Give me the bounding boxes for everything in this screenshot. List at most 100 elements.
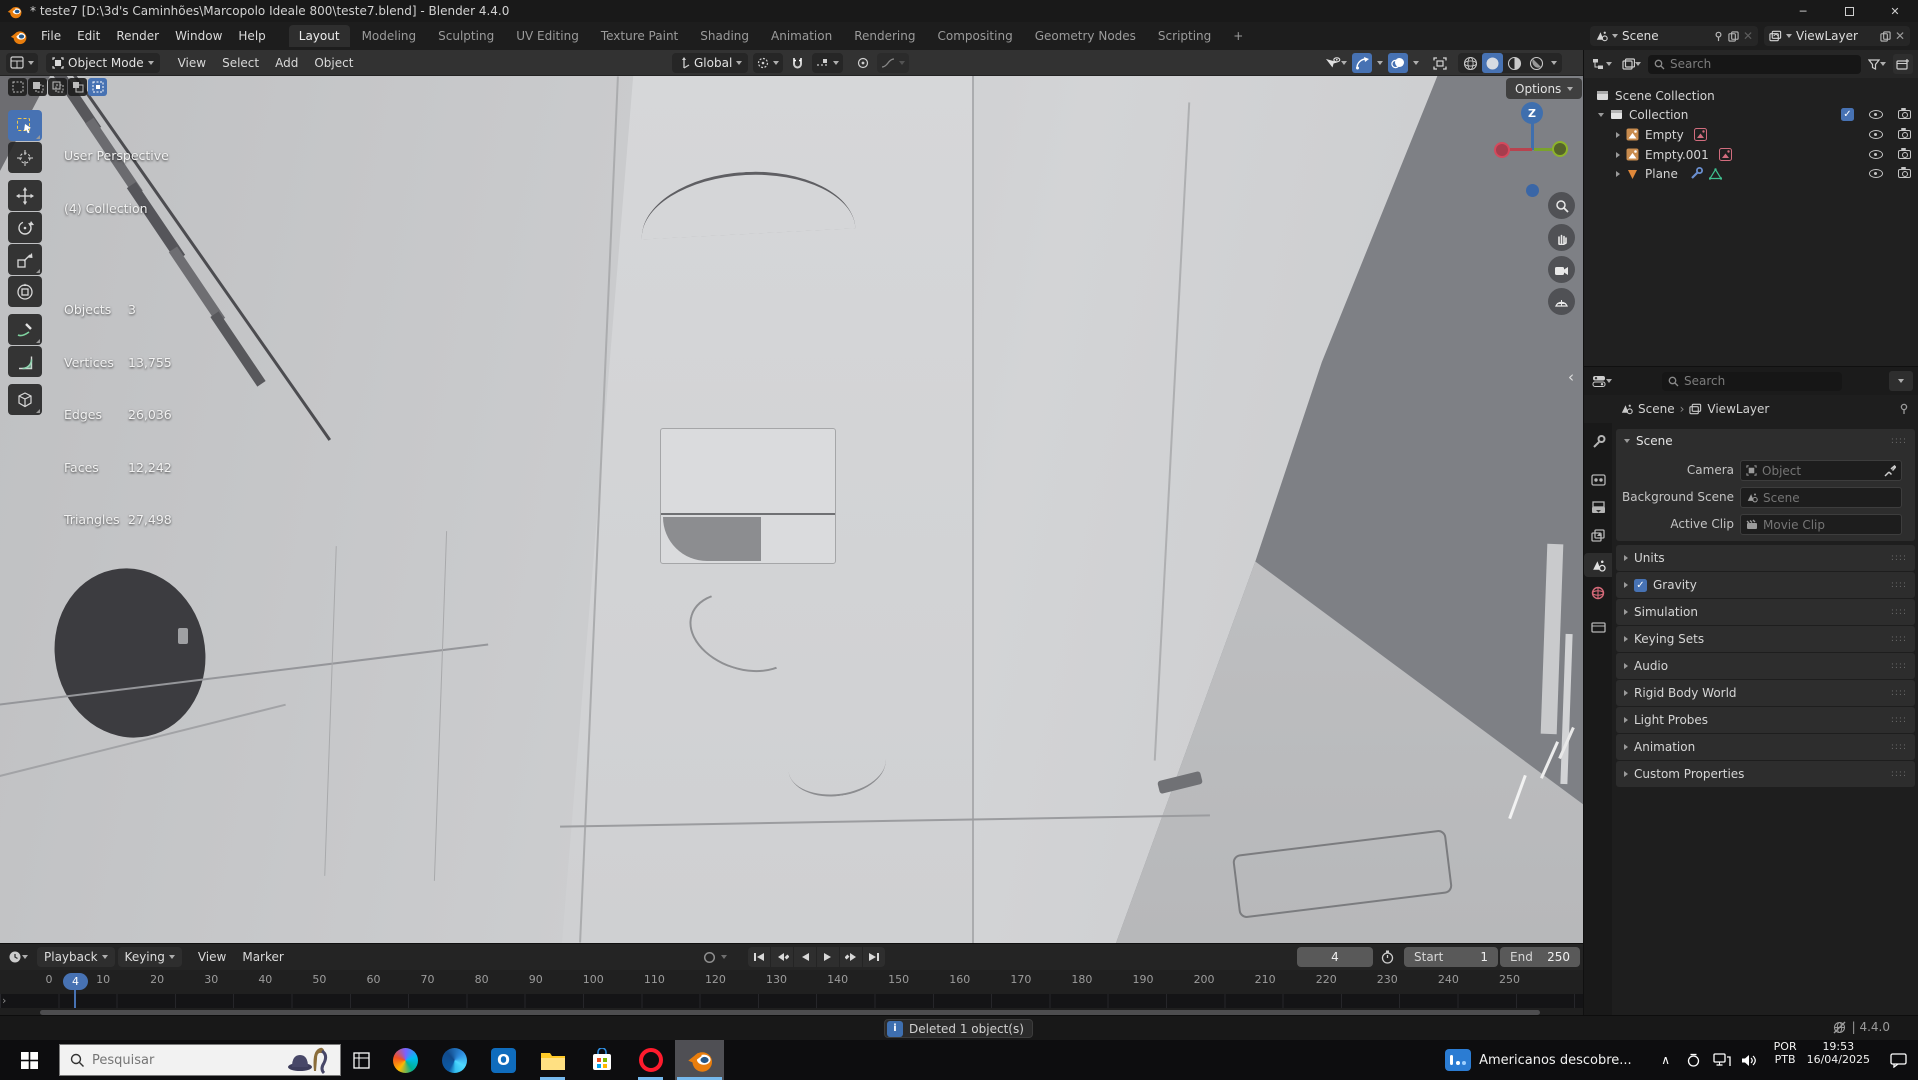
tab-scene[interactable]: [1584, 553, 1612, 577]
tab-rendering[interactable]: Rendering: [844, 25, 925, 47]
tab-shading[interactable]: Shading: [690, 25, 759, 47]
panel-grip[interactable]: ::::: [1891, 634, 1907, 644]
outliner-row-empty-001[interactable]: Empty.001: [1584, 145, 1918, 164]
menu-item[interactable]: Render: [108, 29, 167, 43]
proportional-falloff-dropdown[interactable]: [877, 53, 910, 73]
menu-item[interactable]: File: [33, 29, 69, 43]
panel-grip[interactable]: ::::: [1891, 436, 1907, 446]
duplicate-icon[interactable]: [1728, 30, 1739, 42]
xray-toggle[interactable]: [1430, 53, 1450, 73]
panel-grip[interactable]: ::::: [1891, 580, 1907, 590]
tool-add-cube[interactable]: [8, 384, 42, 415]
section-simulation[interactable]: Simulation::::: [1616, 599, 1915, 625]
snap-target-dropdown[interactable]: [812, 53, 844, 73]
tab-uv-editing[interactable]: UV Editing: [506, 25, 589, 47]
editor-type-button[interactable]: [6, 52, 38, 73]
shading-wireframe-button[interactable]: [1460, 53, 1481, 73]
gizmo-negative-z-axis[interactable]: [1526, 184, 1539, 197]
section-light-probes[interactable]: Light Probes::::: [1616, 707, 1915, 733]
gizmos-dropdown[interactable]: [1374, 53, 1386, 73]
expand-icon[interactable]: [1616, 151, 1620, 158]
ortho-toggle-button[interactable]: [1548, 288, 1575, 315]
gravity-checkbox[interactable]: ✓: [1634, 578, 1647, 592]
scene-selector[interactable]: Scene ✕: [1590, 26, 1758, 46]
menu-item[interactable]: Help: [230, 29, 273, 43]
select-mode-extend[interactable]: [28, 78, 47, 96]
scrollbar-handle[interactable]: [40, 1009, 1540, 1015]
timeline-ruler[interactable]: 0 10 20 30 40 50 60 70 80 90 100 110 120 130 140 150 160…: [0, 970, 1583, 994]
outliner-display-mode-dropdown[interactable]: [1589, 54, 1615, 74]
playhead-line[interactable]: [74, 988, 76, 1008]
visibility-dropdown[interactable]: [1322, 53, 1350, 73]
play-reverse-button[interactable]: [794, 947, 816, 967]
pin-icon[interactable]: [1713, 31, 1724, 42]
tab-texture-paint[interactable]: Texture Paint: [591, 25, 688, 47]
shading-solid-button[interactable]: [1482, 53, 1503, 73]
outliner-row-collection[interactable]: Collection ✓: [1584, 105, 1918, 124]
disable-render-camera-icon[interactable]: [1898, 127, 1911, 139]
taskbar-search[interactable]: [59, 1044, 341, 1076]
taskbar-app-store[interactable]: [577, 1040, 626, 1080]
panel-grip[interactable]: ::::: [1891, 607, 1907, 617]
options-button[interactable]: Options: [1506, 78, 1583, 99]
active-clip-field[interactable]: Movie Clip: [1740, 514, 1902, 535]
outliner-row-empty[interactable]: Empty: [1584, 125, 1918, 144]
viewport-menu-item[interactable]: Add: [267, 56, 306, 70]
jump-next-keyframe-button[interactable]: [840, 947, 862, 967]
taskbar-app-explorer[interactable]: [528, 1040, 577, 1080]
select-mode-intersect[interactable]: [88, 78, 107, 96]
overlays-dropdown[interactable]: [1410, 53, 1422, 73]
panel-grip[interactable]: ::::: [1891, 769, 1907, 779]
minimize-button[interactable]: ─: [1780, 0, 1826, 22]
tool-cursor[interactable]: [8, 142, 42, 173]
overlays-toggle[interactable]: [1388, 53, 1408, 73]
tab-collection[interactable]: [1584, 615, 1612, 639]
shading-material-button[interactable]: [1504, 53, 1525, 73]
end-frame-field[interactable]: End 250: [1500, 947, 1580, 967]
snap-toggle[interactable]: [788, 53, 807, 73]
tab-scripting[interactable]: Scripting: [1148, 25, 1221, 47]
tab-view-layer[interactable]: [1584, 523, 1612, 547]
jump-prev-keyframe-button[interactable]: [771, 947, 793, 967]
section-animation[interactable]: Animation::::: [1616, 734, 1915, 760]
eyedropper-icon[interactable]: [1884, 464, 1896, 477]
outliner-search[interactable]: [1648, 54, 1861, 74]
tray-clock[interactable]: 19:53 16/04/2025: [1807, 1040, 1870, 1080]
panel-grip[interactable]: ::::: [1891, 553, 1907, 563]
properties-editor-type-button[interactable]: [1589, 371, 1615, 391]
outliner-filter-dropdown[interactable]: [1865, 54, 1889, 74]
section-keying-sets[interactable]: Keying Sets::::: [1616, 626, 1915, 652]
jump-to-end-button[interactable]: [863, 947, 885, 967]
outliner-row-scene-collection[interactable]: Scene Collection: [1584, 86, 1918, 105]
select-mode-subtract[interactable]: [48, 78, 67, 96]
section-rigid-body-world[interactable]: Rigid Body World::::: [1616, 680, 1915, 706]
timeline-expand-arrow[interactable]: ›: [2, 994, 6, 1007]
keying-menu[interactable]: Keying: [117, 947, 182, 967]
pivot-dropdown[interactable]: [753, 53, 784, 73]
tab-geometry-nodes[interactable]: Geometry Nodes: [1025, 25, 1146, 47]
tab-compositing[interactable]: Compositing: [927, 25, 1022, 47]
taskbar-app-outlook[interactable]: O: [479, 1040, 528, 1080]
section-gravity[interactable]: ✓ Gravity::::: [1616, 572, 1915, 598]
properties-search[interactable]: [1662, 371, 1842, 391]
current-frame-field[interactable]: 4: [1297, 947, 1373, 967]
zoom-button[interactable]: [1548, 192, 1575, 219]
gizmo-x-axis[interactable]: [1494, 142, 1510, 158]
tool-scale[interactable]: [8, 244, 42, 275]
menu-item[interactable]: Window: [167, 29, 230, 43]
tool-select-box[interactable]: [8, 110, 42, 141]
hide-viewport-eye-icon[interactable]: [1869, 110, 1883, 119]
outliner-row-plane[interactable]: Plane: [1584, 164, 1918, 183]
hide-viewport-eye-icon[interactable]: [1869, 130, 1883, 139]
expand-icon[interactable]: [1616, 131, 1620, 138]
viewport-menu-item[interactable]: View: [170, 56, 214, 70]
disable-render-camera-icon[interactable]: [1898, 166, 1911, 178]
tab-output[interactable]: [1584, 495, 1612, 519]
taskbar-search-input[interactable]: [92, 1052, 242, 1068]
start-button[interactable]: [0, 1040, 59, 1080]
maximize-button[interactable]: [1826, 0, 1872, 22]
tray-show-hidden-icons[interactable]: ∧: [1652, 1040, 1680, 1080]
panel-grip[interactable]: ::::: [1891, 715, 1907, 725]
playback-menu[interactable]: Playback: [37, 947, 115, 967]
close-button[interactable]: ✕: [1872, 0, 1918, 22]
